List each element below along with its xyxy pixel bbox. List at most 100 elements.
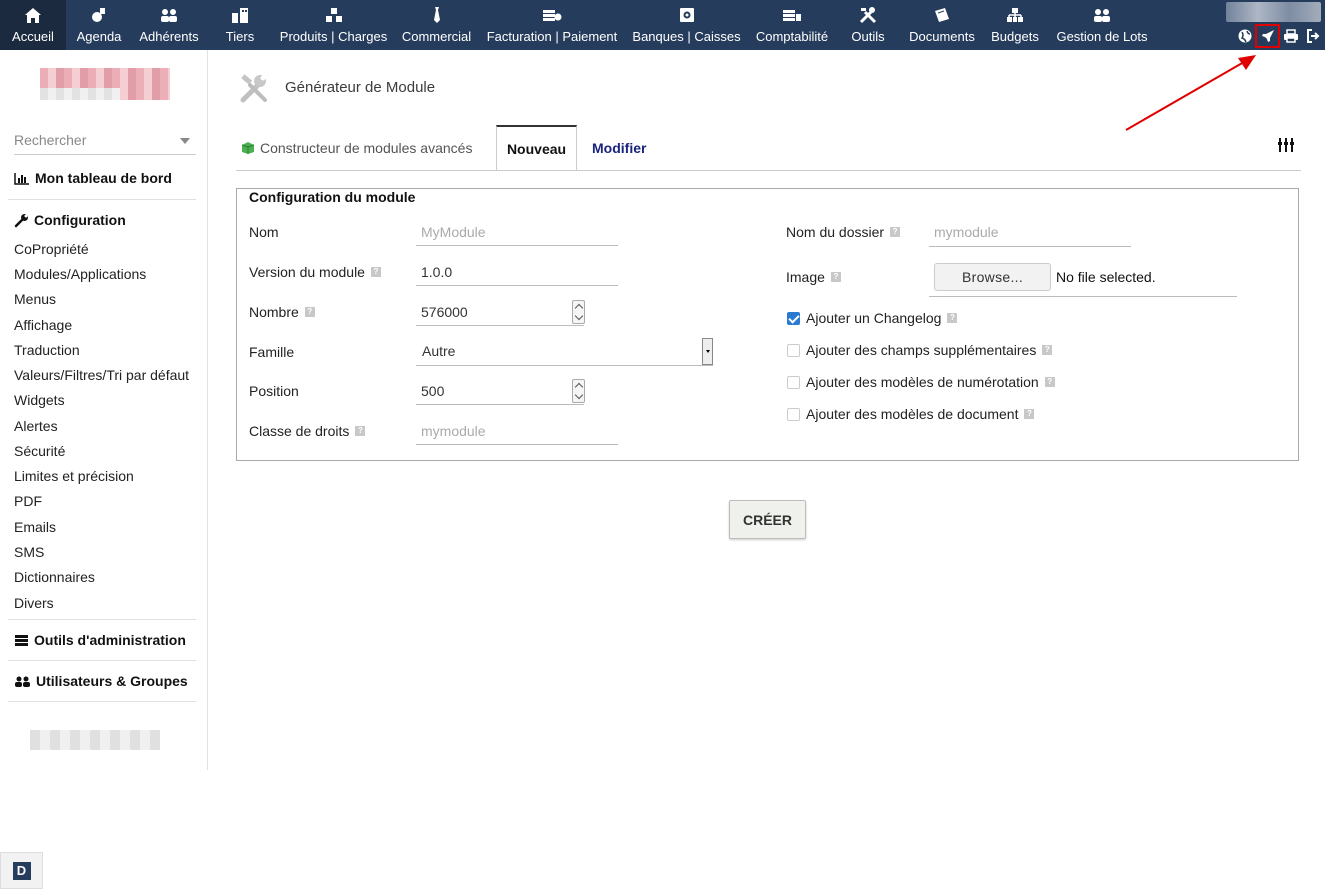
number-spinner[interactable] bbox=[572, 379, 585, 403]
position-input[interactable]: 500 bbox=[416, 379, 585, 405]
tab-modify[interactable]: Modifier bbox=[592, 125, 646, 171]
sidebar-divider bbox=[8, 199, 196, 200]
billing-icon bbox=[540, 5, 564, 25]
label-text: Nom du dossier bbox=[786, 224, 885, 240]
sidebar-item-emails[interactable]: Emails bbox=[14, 519, 56, 535]
classe-droits-input[interactable]: mymodule bbox=[416, 419, 618, 445]
sidebar-item-alertes[interactable]: Alertes bbox=[14, 418, 58, 434]
nombre-input[interactable]: 576000 bbox=[416, 300, 585, 326]
sidebar-item-affichage[interactable]: Affichage bbox=[14, 317, 72, 333]
sidebar-item-valeurs-filtres[interactable]: Valeurs/Filtres/Tri par défaut bbox=[14, 367, 189, 383]
print-icon[interactable] bbox=[1279, 25, 1302, 47]
label-text: Image bbox=[786, 269, 825, 285]
help-icon[interactable]: ? bbox=[830, 272, 841, 282]
top-right-toolbar bbox=[1233, 24, 1325, 48]
menu-item-facturation[interactable]: Facturation | Paiement bbox=[484, 0, 620, 50]
sidebar-item-traduction[interactable]: Traduction bbox=[14, 342, 80, 358]
search-select[interactable]: Rechercher bbox=[14, 132, 196, 155]
sidebar-item-modules[interactable]: Modules/Applications bbox=[14, 266, 146, 282]
tab-new[interactable]: Nouveau bbox=[496, 125, 577, 171]
bar-chart-icon bbox=[14, 172, 29, 185]
help-icon[interactable]: ? bbox=[370, 267, 381, 277]
sidebar-section-configuration[interactable]: Configuration bbox=[14, 212, 126, 228]
famille-label: Famille bbox=[249, 344, 294, 360]
menu-item-comptabilite[interactable]: Comptabilité bbox=[753, 0, 831, 50]
checkbox-label: Ajouter des modèles de numérotation bbox=[806, 374, 1039, 390]
menu-item-commercial[interactable]: Commercial bbox=[400, 0, 473, 50]
top-navigation-bar: Accueil Agenda Adhérents Tiers Produits … bbox=[0, 0, 1325, 50]
sidebar-item-divers[interactable]: Divers bbox=[14, 595, 54, 611]
sidebar-item-dictionnaires[interactable]: Dictionnaires bbox=[14, 569, 95, 585]
version-input[interactable]: 1.0.0 bbox=[416, 260, 618, 286]
menu-item-accueil[interactable]: Accueil bbox=[0, 0, 66, 50]
sidebar-section-label: Mon tableau de bord bbox=[35, 170, 172, 186]
menu-item-adherents[interactable]: Adhérents bbox=[133, 0, 205, 50]
help-icon[interactable]: ? bbox=[1044, 377, 1055, 387]
help-icon[interactable]: ? bbox=[355, 426, 366, 436]
help-icon[interactable]: ? bbox=[304, 307, 315, 317]
menu-item-outils[interactable]: Outils bbox=[843, 0, 893, 50]
nom-input[interactable]: MyModule bbox=[416, 220, 618, 246]
label-text: Position bbox=[249, 383, 299, 399]
sidebar-item-limites[interactable]: Limites et précision bbox=[14, 468, 134, 484]
sidebar-section-admin-tools[interactable]: Outils d'administration bbox=[14, 632, 186, 648]
tab-advanced-builder[interactable]: Constructeur de modules avancés bbox=[240, 125, 472, 171]
sidebar-item-widgets[interactable]: Widgets bbox=[14, 392, 65, 408]
sidebar-item-menus[interactable]: Menus bbox=[14, 291, 56, 307]
menu-item-label: Documents bbox=[909, 29, 975, 44]
menu-item-documents[interactable]: Documents bbox=[906, 0, 978, 50]
menu-item-label: Facturation | Paiement bbox=[486, 29, 618, 44]
checkbox-numbering-models[interactable]: Ajouter des modèles de numérotation ? bbox=[787, 374, 1055, 390]
sidebar-section-dashboard[interactable]: Mon tableau de bord bbox=[14, 170, 172, 186]
dropdown-arrow-icon[interactable] bbox=[702, 338, 713, 365]
sidebar-item-copropriete[interactable]: CoPropriété bbox=[14, 241, 89, 257]
famille-select[interactable]: Autre bbox=[416, 338, 713, 366]
agenda-icon bbox=[87, 5, 111, 25]
checkbox-extrafields[interactable]: Ajouter des champs supplémentaires ? bbox=[787, 342, 1053, 358]
tabs-divider bbox=[236, 170, 1301, 171]
number-spinner[interactable] bbox=[572, 300, 585, 324]
nom-dossier-label: Nom du dossier? bbox=[786, 224, 901, 240]
package-icon bbox=[241, 142, 255, 154]
checkbox[interactable] bbox=[787, 407, 800, 421]
label-text: Version du module bbox=[249, 264, 365, 280]
rocket-icon[interactable] bbox=[1255, 24, 1280, 48]
checkbox-changelog[interactable]: Ajouter un Changelog ? bbox=[787, 310, 958, 326]
menu-item-label: Accueil bbox=[12, 29, 54, 44]
checkbox[interactable] bbox=[787, 375, 800, 389]
menu-item-gestion-lots[interactable]: Gestion de Lots bbox=[1054, 0, 1150, 50]
dolibarr-logo[interactable]: D bbox=[0, 852, 43, 889]
sidebar-item-securite[interactable]: Sécurité bbox=[14, 443, 65, 459]
create-button[interactable]: CRÉER bbox=[729, 500, 806, 539]
sidebar-section-users-groups[interactable]: Utilisateurs & Groupes bbox=[14, 673, 188, 689]
checkbox-document-models[interactable]: Ajouter des modèles de document ? bbox=[787, 406, 1035, 422]
menu-item-label: Produits | Charges bbox=[279, 29, 388, 44]
company-logo-redacted bbox=[40, 68, 170, 100]
help-icon[interactable]: ? bbox=[947, 313, 958, 323]
menu-item-budgets[interactable]: Budgets bbox=[989, 0, 1041, 50]
help-icon[interactable]: ? bbox=[890, 227, 901, 237]
user-name-redacted[interactable] bbox=[1226, 2, 1321, 22]
menu-item-banques[interactable]: Banques | Caisses bbox=[630, 0, 743, 50]
nombre-label: Nombre? bbox=[249, 304, 315, 320]
sliders-icon[interactable] bbox=[1277, 137, 1295, 153]
products-icon bbox=[322, 5, 346, 25]
logout-icon[interactable] bbox=[1302, 25, 1325, 47]
checkbox[interactable] bbox=[787, 311, 800, 325]
sidebar-item-sms[interactable]: SMS bbox=[14, 544, 44, 560]
sidebar-item-pdf[interactable]: PDF bbox=[14, 493, 42, 509]
menu-item-tiers[interactable]: Tiers bbox=[214, 0, 266, 50]
menu-item-produits[interactable]: Produits | Charges bbox=[278, 0, 389, 50]
globe-icon[interactable] bbox=[1233, 25, 1256, 47]
dolibarr-icon: D bbox=[12, 861, 31, 880]
nom-dossier-input[interactable]: mymodule bbox=[929, 219, 1131, 247]
browse-button[interactable]: Browse... bbox=[934, 263, 1051, 291]
help-icon[interactable]: ? bbox=[1024, 409, 1035, 419]
menu-item-agenda[interactable]: Agenda bbox=[66, 0, 132, 50]
image-label: Image? bbox=[786, 269, 841, 285]
menu-item-label: Agenda bbox=[76, 29, 122, 44]
sidebar-divider bbox=[8, 660, 196, 661]
checkbox[interactable] bbox=[787, 343, 800, 357]
version-label: Version du module? bbox=[249, 264, 381, 280]
help-icon[interactable]: ? bbox=[1042, 345, 1053, 355]
